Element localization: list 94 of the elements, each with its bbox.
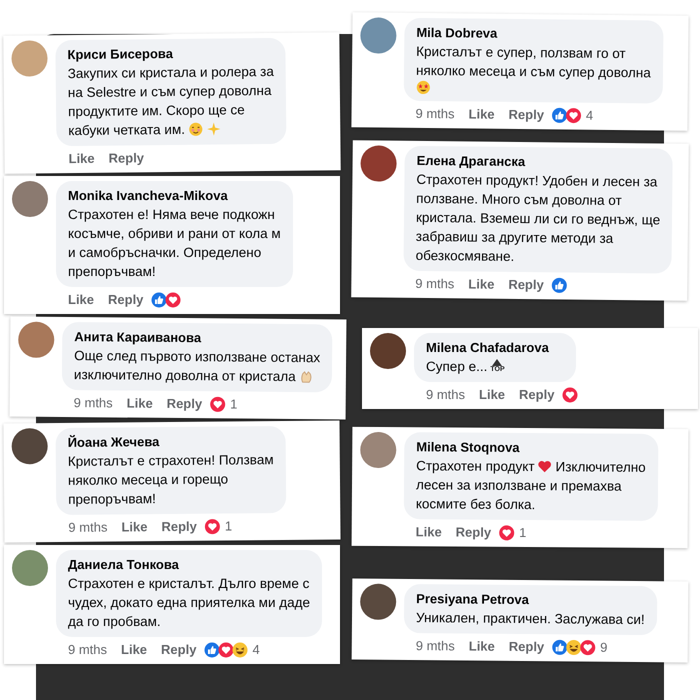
comment-text: препоръчвам!: [68, 263, 156, 281]
like-link[interactable]: Like: [479, 386, 506, 404]
comment-text: Страхотен продукт: [416, 457, 535, 476]
comment-text: Страхотен е! Няма вече подкожн: [68, 206, 275, 224]
reply-link[interactable]: Reply: [508, 638, 544, 656]
like-link[interactable]: Like: [68, 291, 94, 309]
thumbs-up-icon: [552, 639, 568, 656]
reply-link[interactable]: Reply: [508, 276, 544, 294]
comment-text: Изключително: [555, 458, 646, 477]
comment-text: обезкосмяване.: [416, 246, 514, 266]
comment-text: чудех, докато една приятелка ми даде: [68, 594, 310, 612]
author-name[interactable]: Даниела Тонкова: [68, 556, 310, 574]
comment-time: 9 mths: [68, 641, 108, 659]
author-name[interactable]: Mila Dobreva: [416, 24, 652, 44]
like-link[interactable]: Like: [121, 518, 148, 536]
sparkle-icon: [206, 122, 221, 137]
laughing-face-icon: [232, 642, 248, 658]
reaction-count: 1: [224, 517, 232, 536]
like-link[interactable]: Like: [121, 641, 148, 659]
reply-link[interactable]: Reply: [519, 386, 554, 404]
comment-text: кабуки четката им.: [68, 120, 186, 140]
comment-text: космите без болка.: [416, 495, 536, 514]
comment-text: няколко месеца и горещо: [68, 470, 228, 490]
comment-text: ползване. Много съм доволна от: [416, 190, 622, 210]
author-name[interactable]: Криси Бисерова: [67, 44, 274, 64]
avatar-placeholder: [12, 550, 48, 586]
like-link[interactable]: Like: [416, 523, 442, 542]
author-name[interactable]: Milena Chafadarova: [426, 339, 564, 357]
comment-text: да го пробвам.: [68, 613, 161, 631]
comment-time: 9 mths: [415, 274, 454, 294]
comment-text: Кристалът е страхотен! Ползвам: [68, 451, 274, 471]
comment-text: Супер е...: [426, 358, 488, 376]
avatar-placeholder: [360, 584, 396, 620]
comment-text: Още след първото използване останах: [74, 347, 320, 368]
avatar-placeholder: [12, 181, 48, 217]
avatar-placeholder: [360, 145, 397, 182]
reply-link[interactable]: Reply: [108, 291, 144, 309]
comment-text: Страхотен е кристалът. Дълго време с: [68, 575, 310, 593]
comment-text: забравиш за другите методи за: [416, 228, 614, 248]
author-name[interactable]: Presiyana Petrova: [416, 590, 645, 610]
comment-time: 9 mths: [68, 518, 108, 537]
avatar-placeholder: [370, 333, 406, 369]
comment-text: на Selestre и съм супер доволна: [68, 82, 272, 102]
comment-text: Страхотен продукт! Удобен и лесен за: [416, 170, 658, 192]
author-name[interactable]: Елена Драганска: [416, 152, 661, 172]
comment-text: кристала. Вземеш ли си го веднъж, ще: [416, 208, 660, 230]
comment-text: Кристалът е супер, ползвам го от: [416, 42, 626, 64]
avatar-placeholder: [360, 17, 397, 54]
reply-link[interactable]: Reply: [508, 106, 544, 124]
thumbs-up-icon: [552, 107, 568, 124]
thumbs-up-icon: [151, 292, 168, 308]
thumbs-up-icon: [552, 277, 568, 294]
thumbs-up-icon: [204, 642, 220, 658]
avatar-placeholder: [11, 40, 48, 77]
reply-link[interactable]: Reply: [166, 394, 202, 414]
reply-link[interactable]: Reply: [161, 641, 196, 659]
comment-text: и самобръсначки. Определено: [68, 244, 262, 262]
author-name[interactable]: Йоана Жечева: [68, 432, 274, 452]
like-link[interactable]: Like: [468, 275, 494, 294]
comment-time: 9 mths: [415, 104, 455, 124]
reaction-count: 1: [519, 524, 526, 542]
author-name[interactable]: Milena Stoqnova: [416, 438, 646, 458]
reaction-count: 9: [600, 638, 608, 657]
like-link[interactable]: Like: [468, 638, 495, 656]
comment-text: продуктите им. Скоро ще се: [68, 101, 245, 122]
author-name[interactable]: Monika Ivancheva-Mikova: [68, 187, 281, 205]
avatar-placeholder: [360, 432, 396, 468]
heart-icon: [538, 459, 553, 474]
comment-text: Закупих си кристала и ролера за: [68, 62, 274, 84]
comment-text: лесен за използване и премахва: [416, 476, 622, 496]
comment-text: косъмче, обриви и рани от кола м: [68, 225, 281, 243]
reaction-count: 4: [252, 641, 260, 659]
up-arrow-icon: [492, 359, 502, 366]
like-link[interactable]: Like: [126, 394, 153, 413]
smiley-icon: [188, 122, 203, 137]
comment-time: 9 mths: [416, 637, 455, 656]
comment-text: препоръчвам!: [68, 490, 156, 509]
comment-time: 9 mths: [74, 394, 113, 412]
author-name[interactable]: Анита Караиванова: [74, 328, 320, 348]
comment-text: Уникален, практичен. Заслужава си!: [416, 609, 645, 630]
avatar-placeholder: [12, 428, 48, 464]
reaction-count: 1: [230, 395, 238, 414]
reply-link[interactable]: Reply: [161, 518, 197, 536]
reaction-count: 4: [586, 106, 594, 125]
comment-text: няколко месеца и съм супер доволна: [416, 62, 651, 82]
reply-link[interactable]: Reply: [456, 524, 492, 542]
comment-text: изключително доволна от кристала: [74, 366, 296, 386]
reply-link[interactable]: Reply: [108, 149, 144, 168]
laughing-face-icon: [566, 639, 582, 656]
like-link[interactable]: Like: [468, 105, 495, 124]
avatar-placeholder: [18, 322, 54, 358]
comment-time: 9 mths: [426, 386, 466, 404]
like-link[interactable]: Like: [68, 150, 95, 168]
smiley-icon: [416, 80, 431, 96]
